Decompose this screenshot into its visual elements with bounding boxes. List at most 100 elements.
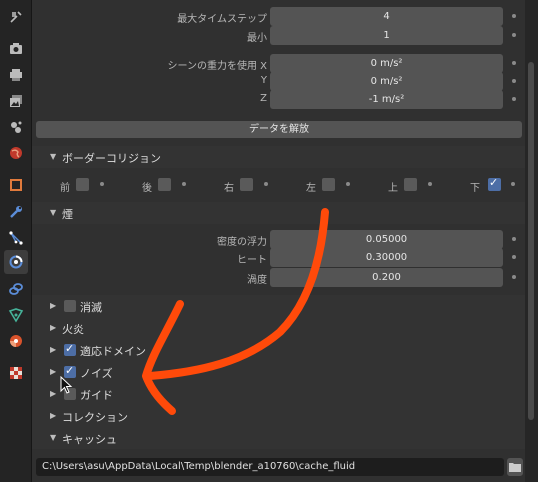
vertical-scrollbar[interactable] xyxy=(525,0,538,482)
adaptive-domain-checkbox[interactable] xyxy=(64,342,76,356)
gravity-y-field[interactable]: 0 m/s² xyxy=(270,72,503,91)
browse-folder-button[interactable] xyxy=(507,458,523,476)
border-collisions-title: ボーダーコリジョン xyxy=(62,152,161,165)
keyframe-dot[interactable] xyxy=(428,182,432,186)
keyframe-dot[interactable] xyxy=(512,33,516,37)
adaptive-domain-panel-header[interactable]: ▶ 適応ドメイン xyxy=(32,339,525,361)
output-tab[interactable] xyxy=(7,66,25,84)
keyframe-dot[interactable] xyxy=(511,182,515,186)
material-tab[interactable] xyxy=(7,332,25,350)
border-left-checkbox[interactable] xyxy=(322,178,335,191)
fire-label: 火炎 xyxy=(62,323,84,336)
cache-directory-field[interactable]: C:\Users\asu\AppData\Local\Temp\blender_… xyxy=(36,458,504,476)
vorticity-label: 渦度 xyxy=(247,275,267,286)
border-collisions-header[interactable]: ▼ ボーダーコリジョン xyxy=(32,146,525,168)
modifier-tab[interactable] xyxy=(7,203,25,221)
smoke-title: 煙 xyxy=(62,208,73,221)
min-timestep-row: 最小 1 xyxy=(32,26,525,46)
vorticity-row: 渦度 0.200 xyxy=(32,268,525,288)
cache-panel-header[interactable]: ▼ キャッシュ xyxy=(32,427,525,449)
free-data-button[interactable]: データを解放 xyxy=(36,121,522,138)
keyframe-dot[interactable] xyxy=(182,182,186,186)
dissolve-label: 消滅 xyxy=(80,301,102,314)
dissolve-checkbox[interactable] xyxy=(64,300,76,312)
keyframe-dot[interactable] xyxy=(346,182,350,186)
scene-icon xyxy=(11,121,22,133)
heat-row: ヒート 0.30000 xyxy=(32,248,525,268)
guides-panel-header[interactable]: ▶ ガイド xyxy=(32,383,525,405)
gravity-y-label: Y xyxy=(260,75,267,86)
keyframe-dot[interactable] xyxy=(512,237,516,241)
keyframe-dot[interactable] xyxy=(512,275,516,279)
border-collisions-row: 前 後 右 左 上 下 xyxy=(32,176,525,198)
texture-tab[interactable] xyxy=(7,364,25,382)
wrench-screwdriver-icon xyxy=(10,11,22,23)
collections-panel-header[interactable]: ▶ コレクション xyxy=(32,405,525,427)
collapsed-triangle-icon: ▶ xyxy=(50,345,57,354)
fire-panel-header[interactable]: ▶ 火炎 xyxy=(32,317,525,339)
square-object-icon xyxy=(10,179,22,191)
border-back-checkbox[interactable] xyxy=(158,178,171,191)
max-timestep-row: 最大タイムステップ 4 xyxy=(32,7,525,27)
collapsed-triangle-icon: ▶ xyxy=(50,411,57,420)
collapsed-triangle-icon: ▶ xyxy=(50,301,57,310)
gravity-z-field[interactable]: -1 m/s² xyxy=(270,90,503,109)
min-timestep-field[interactable]: 1 xyxy=(270,26,503,45)
data-tab[interactable] xyxy=(7,306,25,324)
constraints-tab[interactable] xyxy=(7,280,25,298)
border-bottom-label: 下 xyxy=(470,183,480,194)
properties-tab-bar xyxy=(0,0,32,482)
border-right-checkbox[interactable] xyxy=(240,178,253,191)
density-buoyancy-row: 密度の浮力 0.05000 xyxy=(32,230,525,250)
view-layer-tab[interactable] xyxy=(7,92,25,110)
mouse-cursor-icon xyxy=(60,376,73,394)
gravity-x-label: シーンの重力を使用 X xyxy=(167,61,267,72)
gravity-z-row: Z -1 m/s² xyxy=(32,90,525,110)
expanded-triangle-icon: ▼ xyxy=(50,433,57,442)
density-buoyancy-label: 密度の浮力 xyxy=(217,237,267,248)
object-tab[interactable] xyxy=(7,176,25,194)
vorticity-field[interactable]: 0.200 xyxy=(270,268,503,287)
smoke-header[interactable]: ▼ 煙 xyxy=(32,202,525,224)
particles-icon xyxy=(9,231,23,245)
world-tab[interactable] xyxy=(7,144,25,162)
collapsed-triangle-icon: ▶ xyxy=(50,367,57,376)
gravity-x-row: シーンの重力を使用 X 0 m/s² xyxy=(32,54,525,74)
keyframe-dot[interactable] xyxy=(512,97,516,101)
wrench-icon xyxy=(10,206,22,218)
max-timestep-label: 最大タイムステップ xyxy=(177,14,267,25)
material-sphere-icon xyxy=(10,335,22,347)
printer-icon xyxy=(10,69,22,81)
keyframe-dot[interactable] xyxy=(512,255,516,259)
heat-label: ヒート xyxy=(237,255,267,266)
particles-tab[interactable] xyxy=(7,229,25,247)
border-right-label: 右 xyxy=(224,183,234,194)
gravity-z-label: Z xyxy=(260,93,267,104)
keyframe-dot[interactable] xyxy=(512,61,516,65)
keyframe-dot[interactable] xyxy=(512,14,516,18)
keyframe-dot[interactable] xyxy=(512,79,516,83)
border-top-label: 上 xyxy=(388,183,398,194)
tool-tab[interactable] xyxy=(7,8,25,26)
border-bottom-checkbox[interactable] xyxy=(488,176,501,191)
border-front-checkbox[interactable] xyxy=(76,178,89,191)
scene-tab[interactable] xyxy=(7,118,25,136)
adaptive-domain-label: 適応ドメイン xyxy=(80,345,146,358)
cache-label: キャッシュ xyxy=(62,433,117,446)
keyframe-dot[interactable] xyxy=(264,182,268,186)
collections-label: コレクション xyxy=(62,411,128,424)
gravity-x-field[interactable]: 0 m/s² xyxy=(270,54,503,73)
noise-panel-header[interactable]: ▶ ノイズ xyxy=(32,361,525,383)
keyframe-dot[interactable] xyxy=(100,182,104,186)
physics-tab[interactable] xyxy=(4,250,28,274)
noise-label: ノイズ xyxy=(80,367,113,380)
border-left-label: 左 xyxy=(306,183,316,194)
folder-icon xyxy=(509,463,521,472)
border-top-checkbox[interactable] xyxy=(404,178,417,191)
render-tab[interactable] xyxy=(7,40,25,58)
heat-field[interactable]: 0.30000 xyxy=(270,248,503,267)
scrollbar-thumb[interactable] xyxy=(528,62,534,420)
dissolve-panel-header[interactable]: ▶ 消滅 xyxy=(32,295,525,317)
max-timestep-field[interactable]: 4 xyxy=(270,7,503,26)
density-buoyancy-field[interactable]: 0.05000 xyxy=(270,230,503,249)
